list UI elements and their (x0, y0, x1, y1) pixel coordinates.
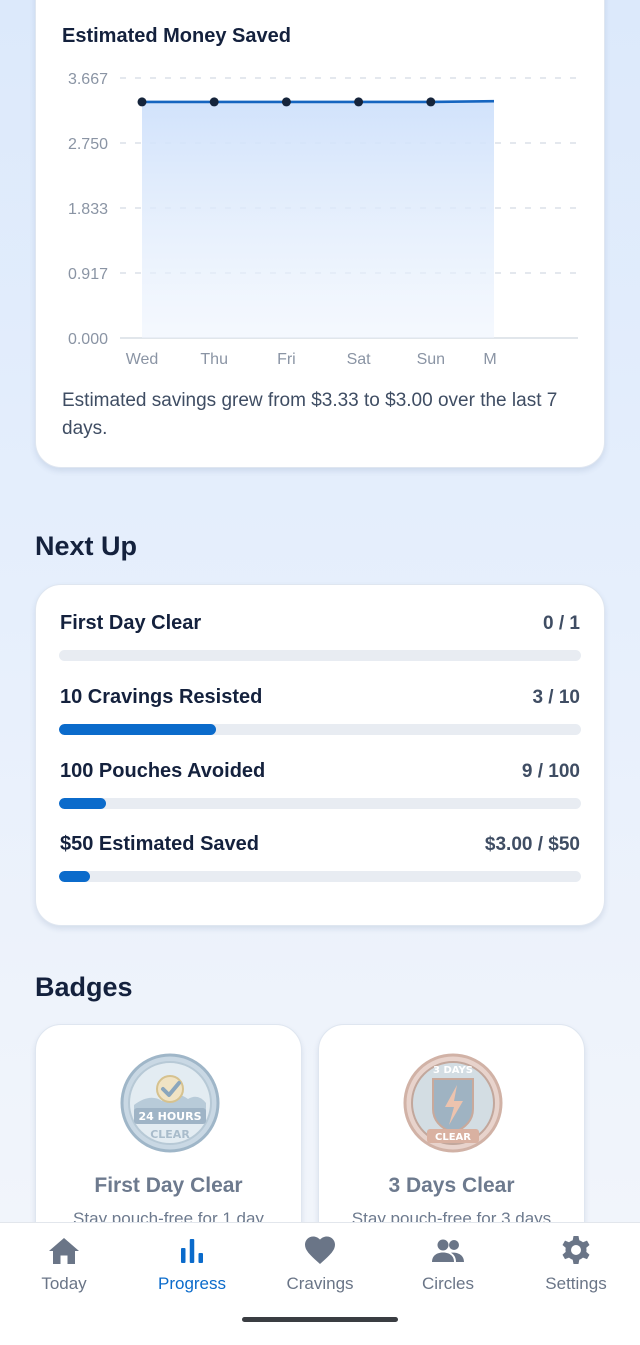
tab-settings[interactable]: Settings (512, 1223, 640, 1303)
chart-y-tick-label: 3.667 (68, 71, 108, 88)
chart-x-tick-label: M (483, 351, 496, 368)
chart-series-line (142, 99, 495, 104)
goal-progress-fill (59, 798, 106, 809)
badge-name: 3 Days Clear (388, 1174, 515, 1197)
heart-icon (305, 1236, 335, 1264)
goal-progress-bar (59, 798, 581, 809)
goal-label: 100 Pouches Avoided (60, 760, 266, 782)
chart-x-tick-label: Wed (126, 351, 159, 368)
badge-3-days-emblem: 3 DAYS CLEAR (403, 1053, 503, 1153)
goal-progress-bar (59, 724, 581, 735)
goal-value: 3 / 10 (532, 687, 580, 708)
tab-progress[interactable]: Progress (128, 1223, 256, 1303)
badge-24-hours-emblem: 24 HOURS CLEAR (120, 1053, 220, 1153)
goal-value: 0 / 1 (543, 613, 580, 634)
chart-summary: Estimated savings grew from $3.33 to $3.… (62, 390, 558, 439)
badge-emblem-text: CLEAR (435, 1132, 471, 1143)
badge-emblem-text: 24 HOURS (138, 1110, 201, 1123)
badges-heading: Badges (35, 972, 133, 1002)
chart-point[interactable] (281, 97, 291, 107)
tab-today[interactable]: Today (0, 1223, 128, 1303)
bar-chart-icon (181, 1239, 203, 1263)
chart-y-axis: 3.667 2.750 1.833 0.917 0.000 (68, 71, 108, 348)
chart-x-axis: Wed Thu Fri Sat Sun M (126, 351, 497, 368)
tab-label: Settings (545, 1274, 607, 1293)
goal-progress-bar (59, 650, 581, 661)
home-icon (49, 1238, 79, 1264)
tab-label: Today (41, 1274, 87, 1293)
chart-y-tick-label: 1.833 (68, 201, 108, 218)
badge-emblem-text: 3 DAYS (433, 1065, 473, 1076)
goal-progress-fill (59, 724, 216, 735)
chart-point[interactable] (426, 97, 436, 107)
chart-x-tick-label: Sat (347, 351, 372, 368)
goal-label: 10 Cravings Resisted (60, 686, 263, 708)
bottom-tab-bar: Today Progress Cravings Circles Settings (0, 1222, 640, 1345)
chart-x-tick-label: Thu (200, 351, 228, 368)
tab-cravings[interactable]: Cravings (256, 1223, 384, 1303)
chart-y-tick-label: 2.750 (68, 136, 108, 153)
chart-x-tick-label: Sun (417, 351, 445, 368)
chart-area (142, 99, 495, 338)
chart-point[interactable] (137, 97, 147, 107)
chart-point[interactable] (354, 97, 364, 107)
goal-label: $50 Estimated Saved (60, 833, 259, 855)
home-indicator (242, 1317, 398, 1322)
chart-x-tick-label: Fri (277, 351, 296, 368)
goal-progress-bar (59, 871, 581, 882)
goal-progress-fill (59, 871, 91, 882)
chart-area-fill (142, 101, 494, 338)
savings-chart: 3.667 2.750 1.833 0.917 0.000 Wed Thu Fri Sat Su… (68, 71, 578, 368)
tab-label: Cravings (286, 1274, 354, 1293)
goal-value: $3.00 / $50 (484, 834, 580, 855)
tab-circles[interactable]: Circles (384, 1223, 512, 1303)
gear-icon (562, 1236, 590, 1264)
badge-emblem-text: CLEAR (150, 1128, 190, 1141)
chart-y-tick-label: 0.917 (68, 266, 108, 283)
goal-label: First Day Clear (60, 612, 202, 634)
tab-label: Circles (422, 1274, 474, 1293)
next-up-heading: Next Up (35, 531, 138, 561)
tab-label: Progress (157, 1274, 227, 1293)
people-icon (432, 1239, 464, 1262)
badge-name: First Day Clear (94, 1174, 243, 1197)
chart-point[interactable] (209, 97, 219, 107)
chart-y-tick-label: 0.000 (68, 331, 108, 348)
goal-value: 9 / 100 (521, 761, 580, 782)
